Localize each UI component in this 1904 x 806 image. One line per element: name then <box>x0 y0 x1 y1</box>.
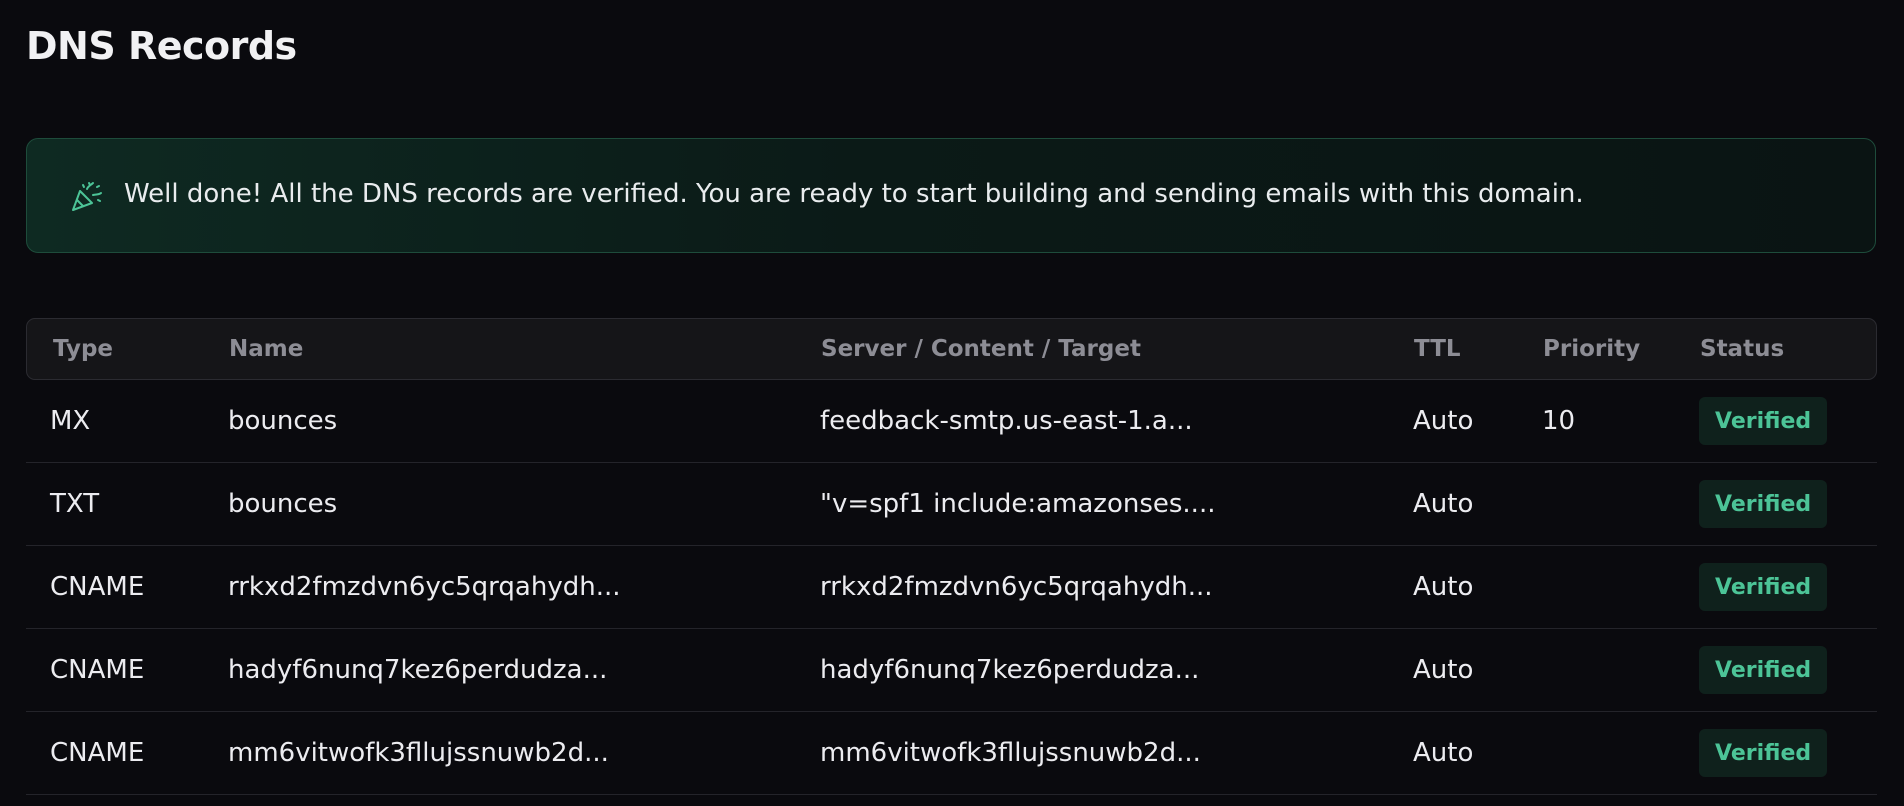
table-header: Type Name Server / Content / Target TTL … <box>26 318 1877 380</box>
page-title: DNS Records <box>26 24 297 68</box>
table-row[interactable]: MX bounces feedback-smtp.us-east-1.a... … <box>26 380 1877 463</box>
cell-name[interactable]: mm6vitwofk3fllujssnuwb2d... <box>228 712 609 794</box>
cell-type: CNAME <box>50 655 145 685</box>
party-popper-icon <box>69 179 103 213</box>
cell-type: MX <box>50 406 91 436</box>
cell-target[interactable]: mm6vitwofk3fllujssnuwb2d... <box>820 712 1201 794</box>
cell-type: CNAME <box>50 572 145 602</box>
column-header-status: Status <box>1700 335 1785 362</box>
cell-target[interactable]: rrkxd2fmzdvn6yc5qrqahydh... <box>820 546 1213 628</box>
banner-message: Well done! All the DNS records are verif… <box>124 179 1584 209</box>
cell-target[interactable]: feedback-smtp.us-east-1.a... <box>820 380 1193 462</box>
cell-target[interactable]: hadyf6nunq7kez6perdudza... <box>820 629 1199 711</box>
cell-status: Verified <box>1699 380 1828 462</box>
column-header-target: Server / Content / Target <box>821 335 1141 362</box>
cell-ttl: Auto <box>1413 738 1474 768</box>
column-header-priority: Priority <box>1543 335 1641 362</box>
verified-banner: Well done! All the DNS records are verif… <box>26 138 1876 253</box>
cell-status: Verified <box>1699 629 1828 711</box>
cell-status: Verified <box>1699 546 1828 628</box>
table-row[interactable]: CNAME rrkxd2fmzdvn6yc5qrqahydh... rrkxd2… <box>26 546 1877 629</box>
status-badge: Verified <box>1699 646 1828 694</box>
cell-ttl: Auto <box>1413 572 1474 602</box>
cell-name[interactable]: rrkxd2fmzdvn6yc5qrqahydh... <box>228 546 621 628</box>
column-header-name: Name <box>229 335 304 362</box>
dns-records-page: DNS Records Well done! All the DNS recor… <box>0 0 1904 806</box>
cell-name[interactable]: hadyf6nunq7kez6perdudza... <box>228 629 607 711</box>
cell-ttl: Auto <box>1413 489 1474 519</box>
cell-type: CNAME <box>50 738 145 768</box>
cell-name[interactable]: bounces <box>228 380 337 462</box>
cell-target[interactable]: "v=spf1 include:amazonses.... <box>820 463 1215 545</box>
column-header-type: Type <box>53 335 114 362</box>
cell-status: Verified <box>1699 463 1828 545</box>
status-badge: Verified <box>1699 397 1828 445</box>
cell-ttl: Auto <box>1413 406 1474 436</box>
cell-type: TXT <box>50 489 100 519</box>
cell-priority: 10 <box>1542 406 1576 436</box>
cell-name[interactable]: bounces <box>228 463 337 545</box>
cell-status: Verified <box>1699 712 1828 794</box>
status-badge: Verified <box>1699 563 1828 611</box>
column-header-ttl: TTL <box>1414 335 1461 362</box>
table-row[interactable]: CNAME hadyf6nunq7kez6perdudza... hadyf6n… <box>26 629 1877 712</box>
status-badge: Verified <box>1699 729 1828 777</box>
table-row[interactable]: CNAME mm6vitwofk3fllujssnuwb2d... mm6vit… <box>26 712 1877 795</box>
cell-ttl: Auto <box>1413 655 1474 685</box>
table-row[interactable]: TXT bounces "v=spf1 include:amazonses...… <box>26 463 1877 546</box>
status-badge: Verified <box>1699 480 1828 528</box>
dns-records-table: Type Name Server / Content / Target TTL … <box>26 318 1877 795</box>
